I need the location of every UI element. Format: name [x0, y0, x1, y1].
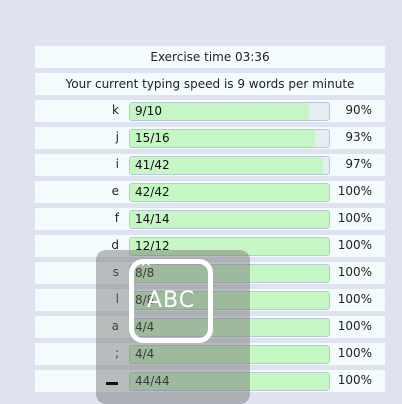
text-cursor-icon [106, 382, 118, 385]
key-stat-row: k 9/10 90% [35, 100, 385, 122]
key-stat-row: i 41/42 97% [35, 154, 385, 176]
key-percent: 90% [345, 103, 372, 117]
key-score: 14/14 [135, 212, 170, 226]
key-label: j [115, 130, 119, 144]
key-label: f [114, 211, 119, 225]
key-stat-row: f 14/14 100% [35, 208, 385, 230]
accuracy-bar: 42/42 [129, 183, 330, 202]
typing-speed-label: Your current typing speed is 9 words per… [35, 73, 385, 95]
key-score: 41/42 [135, 158, 170, 172]
input-method-overlay: ^ ABC [96, 250, 250, 404]
key-label: i [115, 157, 119, 171]
key-percent: 93% [345, 130, 372, 144]
accuracy-bar: 41/42 [129, 156, 330, 175]
exercise-time-label: Exercise time 03:36 [35, 46, 385, 68]
key-percent: 100% [337, 211, 372, 225]
input-method-label: ABC [146, 288, 196, 313]
caret-icon: ^ [140, 260, 152, 276]
key-score: 42/42 [135, 185, 170, 199]
key-percent: 100% [337, 373, 372, 387]
accuracy-bar: 14/14 [129, 210, 330, 229]
accuracy-bar: 9/10 [129, 102, 330, 121]
key-percent: 100% [337, 346, 372, 360]
key-percent: 100% [337, 265, 372, 279]
accuracy-bar: 15/16 [129, 129, 330, 148]
key-stat-row: e 42/42 100% [35, 181, 385, 203]
key-label: k [112, 103, 119, 117]
key-percent: 100% [337, 292, 372, 306]
keyboard-input-icon: ^ ABC [129, 259, 213, 343]
key-percent: 100% [337, 238, 372, 252]
key-percent: 100% [337, 319, 372, 333]
key-score: 15/16 [135, 131, 170, 145]
key-label: e [111, 184, 119, 198]
key-percent: 100% [337, 184, 372, 198]
key-score: 9/10 [135, 104, 162, 118]
key-percent: 97% [345, 157, 372, 171]
key-stat-row: j 15/16 93% [35, 127, 385, 149]
